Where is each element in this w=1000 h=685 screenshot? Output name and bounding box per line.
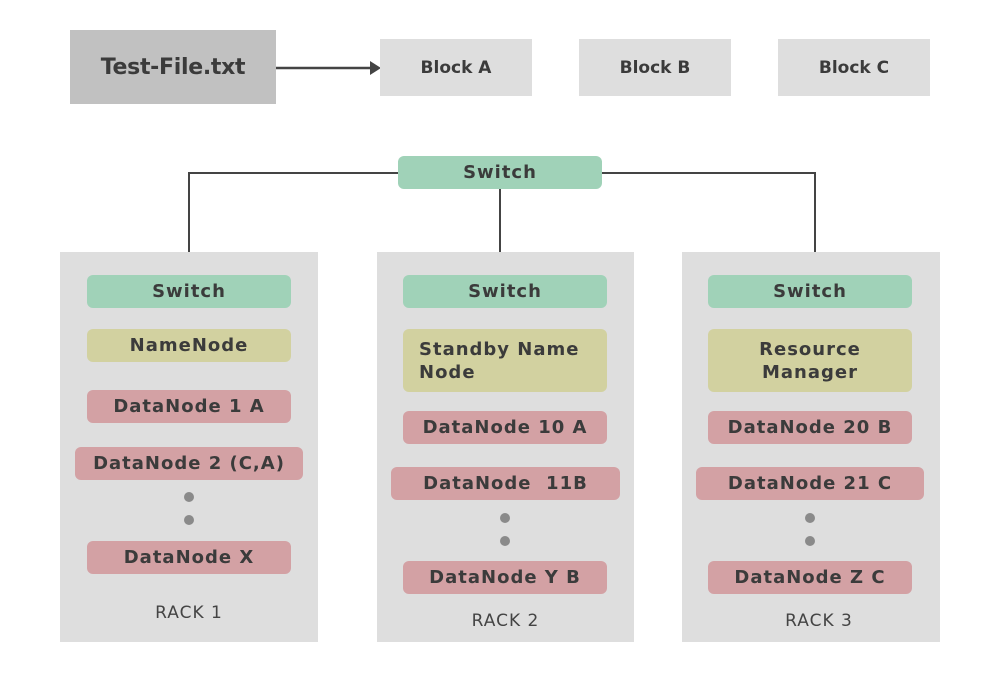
rack-2-switch: Switch [403,275,607,308]
ellipsis-dot [184,515,194,525]
rack-2-datanode-2: DataNode 11B [391,467,620,500]
rack-2-standby-namenode: Standby Name Node [403,329,607,392]
ellipsis-dot [500,536,510,546]
rack-2-datanode-last: DataNode Y B [403,561,607,594]
ellipsis-dot [805,536,815,546]
block-b: Block B [579,39,731,96]
ellipsis-dot [805,513,815,523]
rack-1-datanode-1: DataNode 1 A [87,390,291,423]
rack-3-resource-manager: Resource Manager [708,329,912,392]
file-box: Test-File.txt [70,30,276,104]
switch-to-rack1-line [188,172,398,252]
block-a: Block A [380,39,532,96]
ellipsis-dot [184,492,194,502]
rack-3-label: RACK 3 [785,611,853,631]
core-switch: Switch [398,156,602,189]
rack-1-label: RACK 1 [155,603,223,623]
rack-3-datanode-2: DataNode 21 C [696,467,924,500]
rack-1-datanode-last: DataNode X [87,541,291,574]
rack-1-datanode-2: DataNode 2 (C,A) [75,447,303,480]
rack-3-datanode-last: DataNode Z C [708,561,912,594]
ellipsis-dot [500,513,510,523]
rack-2-datanode-1: DataNode 10 A [403,411,607,444]
block-c: Block C [778,39,930,96]
rack-2-label: RACK 2 [471,611,540,631]
switch-to-rack3-line [602,172,816,252]
rack-3-datanode-1: DataNode 20 B [708,411,912,444]
rack-3-switch: Switch [708,275,912,308]
rack-1-switch: Switch [87,275,291,308]
rack-1-namenode: NameNode [87,329,291,362]
